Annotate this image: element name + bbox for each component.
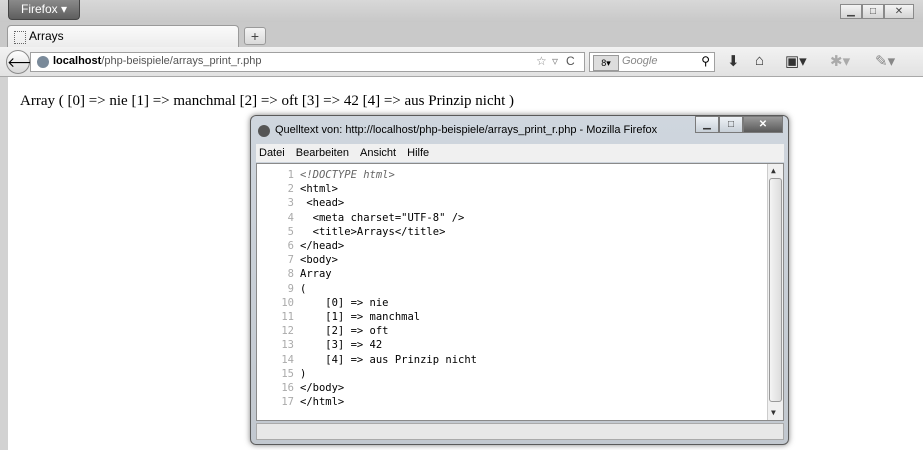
search-engine-icon[interactable]: 8▾	[593, 55, 619, 71]
menu-ansicht[interactable]: Ansicht	[360, 147, 396, 159]
source-close-button[interactable]: ✕	[743, 116, 783, 133]
menu-bearbeiten[interactable]: Bearbeiten	[296, 147, 349, 159]
page-icon	[14, 31, 26, 44]
search-icon[interactable]: ⚲	[701, 54, 710, 68]
globe-icon	[37, 56, 49, 68]
source-line: 17 </html>	[257, 396, 344, 409]
vertical-scrollbar[interactable]: ▲ ▼	[767, 164, 783, 420]
line-text: <body>	[300, 254, 338, 267]
tab-label: Arrays	[29, 29, 64, 43]
address-bar[interactable]: localhost/php-beispiele/arrays_print_r.p…	[30, 52, 585, 72]
line-number: 14	[281, 353, 294, 366]
url-text: localhost/php-beispiele/arrays_print_r.p…	[53, 55, 262, 67]
reload-icon[interactable]: C	[566, 54, 575, 68]
source-line: 6 </head>	[257, 240, 345, 253]
line-text: [1] => manchmal	[300, 311, 421, 323]
line-number: 15	[281, 367, 294, 380]
tab-arrays[interactable]: Arrays	[7, 25, 239, 47]
line-text: </head>	[300, 240, 345, 252]
source-line: 11 [1] => manchmal	[257, 311, 420, 324]
line-number: 9	[287, 282, 294, 295]
line-number: 6	[287, 240, 294, 252]
search-placeholder: Google	[622, 55, 658, 67]
source-menubar: Datei Bearbeiten Ansicht Hilfe	[256, 144, 784, 162]
line-number: 13	[281, 339, 294, 352]
line-number: 8	[287, 268, 294, 281]
navigation-bar: 🡐 localhost/php-beispiele/arrays_print_r…	[0, 47, 923, 77]
tab-bar: Arrays +	[0, 22, 923, 47]
download-icon[interactable]: ⬇	[727, 52, 740, 70]
scrollbar-thumb[interactable]	[769, 178, 782, 402]
line-text: [2] => oft	[300, 325, 389, 338]
minimize-button[interactable]: ▁	[840, 4, 862, 19]
line-number: 1	[287, 169, 294, 181]
source-line: 8 Array	[257, 268, 332, 281]
line-text: (	[300, 282, 307, 295]
line-text: <html>	[300, 183, 338, 196]
firefox-menu-button[interactable]: Firefox ▾	[8, 0, 80, 20]
source-line: 13 [3] => 42	[257, 339, 382, 352]
source-line: 5 <title>Arrays</title>	[257, 225, 446, 239]
line-number: 12	[281, 325, 294, 338]
menu-hilfe[interactable]: Hilfe	[407, 147, 429, 159]
search-box[interactable]: 8▾ Google ⚲	[589, 52, 715, 72]
home-icon[interactable]: ⌂	[755, 52, 764, 69]
browser-titlebar: Firefox ▾ ▁ □ ✕	[0, 0, 923, 22]
line-number: 3	[287, 197, 294, 210]
firefox-icon	[258, 125, 270, 137]
source-line: 3 <head>	[257, 197, 345, 210]
source-line: 15)	[257, 368, 306, 381]
scroll-down-arrow-icon[interactable]: ▼	[771, 408, 776, 417]
line-number: 16	[281, 382, 294, 394]
source-line: 10 [0] => nie	[257, 296, 389, 310]
line-number: 17	[281, 396, 294, 409]
line-text: Array	[300, 268, 332, 281]
source-line: 1 <!DOCTYPE html>	[257, 169, 395, 182]
line-number: 10	[281, 296, 294, 309]
line-text: )	[300, 367, 307, 380]
line-text: <title>Arrays</title>	[300, 225, 446, 238]
line-text: [0] => nie	[300, 296, 389, 309]
line-text: <meta charset="UTF-8" />	[300, 211, 465, 224]
close-button[interactable]: ✕	[884, 4, 914, 19]
source-window-title: Quelltext von: http://localhost/php-beis…	[275, 124, 658, 136]
line-number: 7	[287, 254, 294, 267]
scroll-up-arrow-icon[interactable]: ▲	[771, 166, 776, 175]
source-line: 16 </body>	[257, 382, 344, 395]
line-text: <!DOCTYPE html>	[300, 169, 395, 181]
line-text: </html>	[300, 396, 345, 409]
source-line: 4 <meta charset="UTF-8" />	[257, 211, 465, 225]
line-text: </body>	[300, 382, 345, 394]
source-line: 9(	[257, 282, 307, 296]
source-line: 2 <html>	[257, 183, 338, 196]
back-button[interactable]: 🡐	[6, 50, 45, 74]
addon-icon[interactable]: ✱▾	[830, 52, 850, 70]
history-dropdown-icon[interactable]: ▿	[552, 54, 558, 68]
line-number: 4	[287, 211, 294, 224]
source-code-view[interactable]: ▲ ▼ 1 <!DOCTYPE html> 2 <html> 3 <head> 4 <me…	[256, 163, 784, 421]
bookmark-star-icon[interactable]: ☆	[536, 54, 547, 68]
source-maximize-button[interactable]: □	[719, 116, 743, 133]
line-number: 5	[287, 225, 294, 238]
view-source-window: Quelltext von: http://localhost/php-beis…	[250, 115, 789, 445]
line-text: [4] => aus Prinzip nicht	[300, 353, 478, 366]
maximize-button[interactable]: □	[862, 4, 884, 19]
source-line: 12 [2] => oft	[257, 325, 389, 338]
tools-icon[interactable]: ✎▾	[875, 52, 895, 70]
line-text: <head>	[300, 197, 345, 210]
bookmarks-menu-icon[interactable]: ▣▾	[785, 52, 807, 70]
source-line: 7 <body>	[257, 254, 338, 267]
line-number: 2	[287, 183, 294, 196]
line-number: 11	[281, 311, 294, 323]
new-tab-button[interactable]: +	[244, 27, 266, 45]
source-line: 14 [4] => aus Prinzip nicht	[257, 354, 477, 367]
print-r-output: Array ( [0] => nie [1] => manchmal [2] =…	[20, 93, 515, 109]
line-text: [3] => 42	[300, 339, 383, 352]
menu-datei[interactable]: Datei	[259, 147, 285, 159]
source-minimize-button[interactable]: ▁	[695, 116, 719, 133]
source-statusbar	[256, 423, 784, 440]
